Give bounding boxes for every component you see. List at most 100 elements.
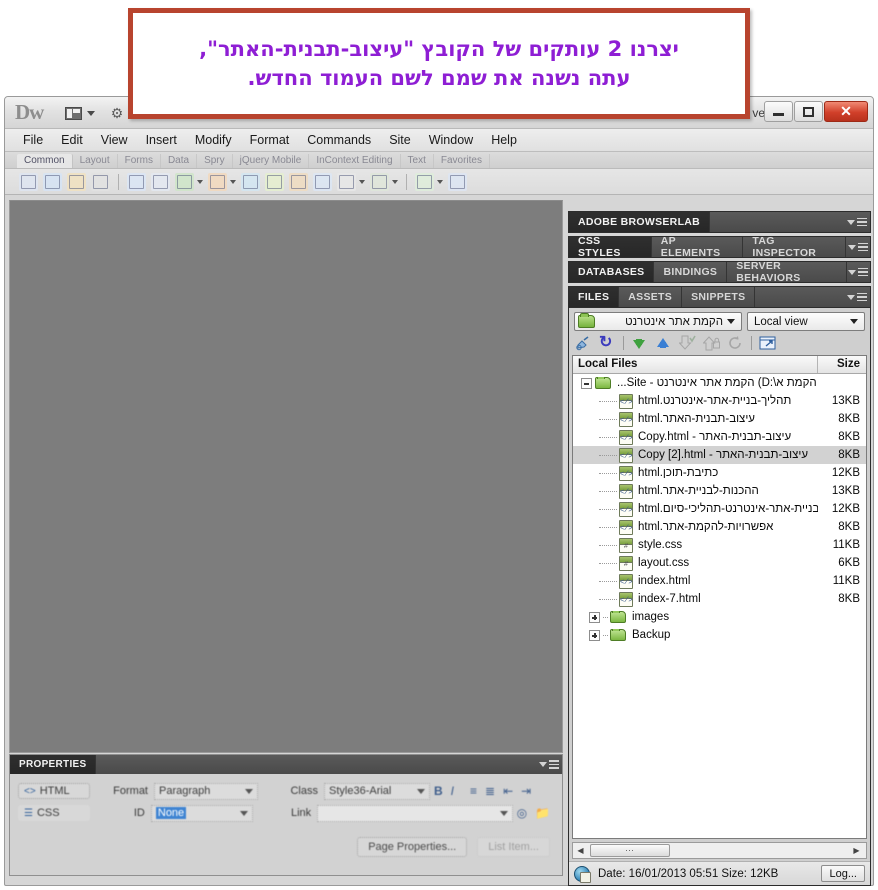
table-row[interactable]: Backup (573, 626, 866, 644)
table-row[interactable]: </> index.html 11KB (573, 572, 866, 590)
menu-item-window[interactable]: Window (420, 131, 482, 149)
table-row[interactable]: </> index-7.html 8KB (573, 590, 866, 608)
insert-tab-common[interactable]: Common (17, 154, 73, 168)
tab-properties[interactable]: PROPERTIES (10, 755, 97, 774)
put-files-icon[interactable] (655, 335, 672, 351)
workspace-layout-button[interactable] (65, 103, 95, 123)
list-item-button[interactable]: List Item... (477, 837, 550, 857)
bold-icon[interactable]: B (434, 784, 443, 798)
table-row[interactable]: </> עיצוב-תבנית-האתר - Copy.html 8KB (573, 428, 866, 446)
chevron-down-icon[interactable] (359, 179, 365, 184)
table-row[interactable]: הקמת א\:D) הקמת אתר אינטרנט - Site... (573, 374, 866, 392)
document-canvas[interactable] (9, 200, 563, 753)
maximize-button[interactable] (794, 101, 823, 122)
insert-tab-data[interactable]: Data (161, 154, 198, 168)
chevron-down-icon[interactable] (230, 179, 236, 184)
panel-options-menu[interactable] (844, 212, 870, 232)
panel-options-menu[interactable] (846, 262, 870, 282)
tab-databases[interactable]: DATABASES (569, 262, 655, 282)
tab-server-behaviors[interactable]: SERVER BEHAVIORS (727, 260, 847, 284)
close-button[interactable]: ✕ (824, 101, 868, 122)
browse-folder-icon[interactable]: 📁 (535, 806, 550, 820)
comment-icon[interactable] (313, 172, 332, 191)
server-side-include-icon[interactable] (289, 172, 308, 191)
scroll-right-arrow-icon[interactable]: ▶ (849, 843, 864, 858)
tab-files[interactable]: FILES (569, 287, 620, 307)
point-to-file-icon[interactable]: ◎ (517, 806, 527, 820)
tab-adobe-browserlab[interactable]: ADOBE BROWSERLAB (569, 212, 711, 232)
table-row[interactable]: # layout.css 6KB (573, 554, 866, 572)
table-icon[interactable] (127, 172, 146, 191)
insert-tab-spry[interactable]: Spry (197, 154, 233, 168)
refresh-icon[interactable]: ↻ (599, 335, 616, 351)
tab-tag-inspector[interactable]: TAG INSPECTOR (743, 235, 846, 259)
html-mode-button[interactable]: <> HTML (18, 783, 90, 799)
tab-bindings[interactable]: BINDINGS (654, 262, 728, 282)
insert-tab-incontext-editing[interactable]: InContext Editing (309, 154, 401, 168)
insert-tab-favorites[interactable]: Favorites (434, 154, 490, 168)
ordered-list-icon[interactable]: ≣ (485, 784, 495, 798)
link-input[interactable] (317, 804, 513, 822)
expand-collapse-icon[interactable] (759, 335, 776, 351)
italic-icon[interactable]: I (451, 784, 454, 798)
table-row[interactable]: </> ההכנות-לבניית-אתר.html 13KB (573, 482, 866, 500)
indent-icon[interactable]: ⇥ (521, 784, 531, 798)
chevron-down-icon[interactable] (392, 179, 398, 184)
log-button[interactable]: Log... (821, 865, 865, 882)
insert-tab-text[interactable]: Text (401, 154, 434, 168)
panel-options-menu[interactable] (536, 755, 562, 774)
table-row[interactable]: images (573, 608, 866, 626)
image-icon[interactable] (175, 172, 194, 191)
view-select[interactable]: Local view (747, 312, 865, 331)
tag-chooser-icon[interactable] (448, 172, 467, 191)
chevron-down-icon[interactable] (437, 179, 443, 184)
horizontal-scrollbar[interactable]: ◀ ⋯ ▶ (572, 842, 867, 859)
menu-item-site[interactable]: Site (380, 131, 420, 149)
tab-css-styles[interactable]: CSS STYLES (569, 235, 652, 259)
menu-item-file[interactable]: File (14, 131, 52, 149)
menu-item-view[interactable]: View (92, 131, 137, 149)
unordered-list-icon[interactable]: ≡ (470, 784, 477, 798)
menu-item-modify[interactable]: Modify (186, 131, 241, 149)
connect-to-remote-host-icon[interactable] (575, 335, 592, 351)
menu-item-format[interactable]: Format (241, 131, 299, 149)
chevron-down-icon[interactable] (197, 179, 203, 184)
hyperlink-icon[interactable] (19, 172, 38, 191)
table-row-selected[interactable]: </> עיצוב-תבנית-האתר - Copy [2].html 8KB (573, 446, 866, 464)
get-files-icon[interactable] (631, 335, 648, 351)
tab-ap-elements[interactable]: AP ELEMENTS (651, 235, 744, 259)
media-icon[interactable] (208, 172, 227, 191)
menu-item-edit[interactable]: Edit (52, 131, 92, 149)
outdent-icon[interactable]: ⇤ (503, 784, 513, 798)
head-icon[interactable] (337, 172, 356, 191)
column-header-local-files[interactable]: Local Files (573, 356, 818, 373)
site-select[interactable]: הקמת אתר אינטרנט (574, 312, 742, 331)
table-row[interactable]: </> תהליך-בניית-אתר-אינטרנט.html 13KB (573, 392, 866, 410)
script-icon[interactable] (370, 172, 389, 191)
named-anchor-icon[interactable] (67, 172, 86, 191)
file-list[interactable]: Local Files Size הקמת א\:D) הקמת אתר אינ… (572, 355, 867, 839)
insert-tab-jquery-mobile[interactable]: jQuery Mobile (233, 154, 310, 168)
email-link-icon[interactable] (43, 172, 62, 191)
insert-tab-layout[interactable]: Layout (73, 154, 118, 168)
horizontal-rule-icon[interactable] (91, 172, 110, 191)
table-row[interactable]: # style.css 11KB (573, 536, 866, 554)
tab-snippets[interactable]: SNIPPETS (682, 287, 756, 307)
table-row[interactable]: </> כתיבת-תוכן.html 12KB (573, 464, 866, 482)
tab-assets[interactable]: ASSETS (619, 287, 683, 307)
expand-expander-icon[interactable] (589, 611, 600, 623)
widget-icon[interactable] (241, 172, 260, 191)
expand-expander-icon[interactable] (589, 629, 600, 641)
insert-tab-forms[interactable]: Forms (118, 154, 161, 168)
scroll-left-arrow-icon[interactable]: ◀ (573, 843, 588, 858)
class-select[interactable]: Style36-Arial (324, 782, 430, 800)
panel-options-menu[interactable] (844, 287, 870, 307)
insert-div-icon[interactable] (151, 172, 170, 191)
panel-options-menu[interactable] (845, 237, 870, 257)
page-properties-button[interactable]: Page Properties... (357, 837, 468, 857)
table-row[interactable]: </> עיצוב-תבנית-האתר.html 8KB (573, 410, 866, 428)
scrollbar-thumb[interactable]: ⋯ (590, 844, 670, 857)
format-select[interactable]: Paragraph (154, 782, 258, 800)
menu-item-help[interactable]: Help (482, 131, 526, 149)
column-header-size[interactable]: Size (818, 356, 866, 373)
